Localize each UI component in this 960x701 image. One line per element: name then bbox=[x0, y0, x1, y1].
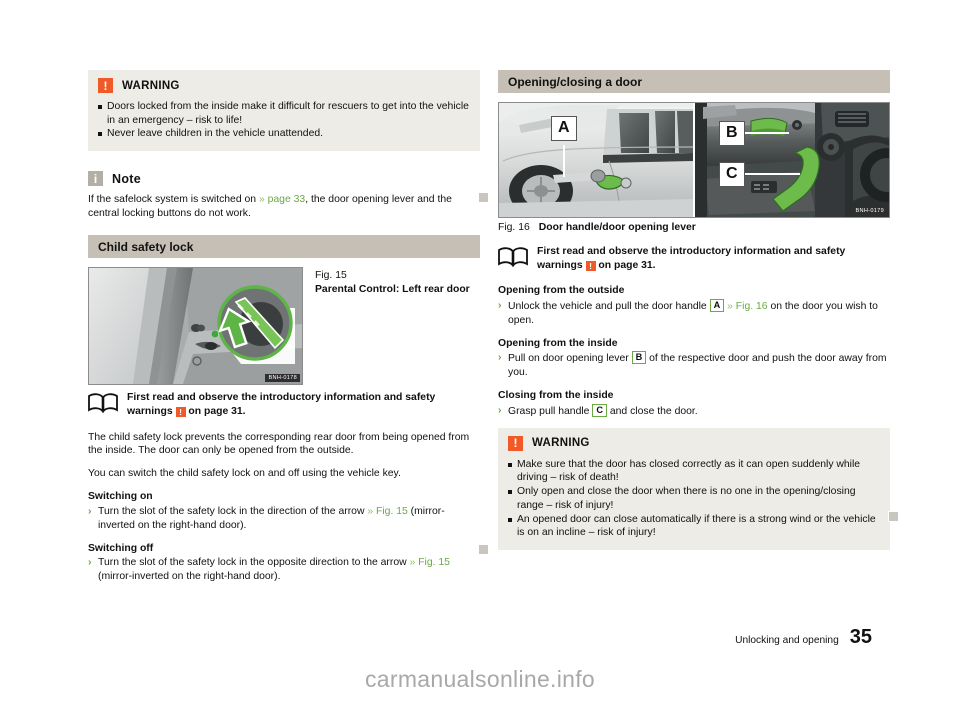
figure-16-image: A B C BNH-0179 bbox=[498, 102, 890, 218]
chevron-icon: › bbox=[88, 505, 92, 517]
step-text-before: Pull on door opening lever bbox=[508, 353, 632, 365]
warning-header: ! WARNING bbox=[508, 435, 880, 451]
subhead-switching-off: Switching off bbox=[88, 542, 154, 554]
chevron-icon: › bbox=[88, 557, 92, 569]
figure-reference-link[interactable]: Fig. 15 bbox=[415, 557, 450, 568]
step-closing-inside: › Grasp pull handle C and close the door. bbox=[498, 403, 890, 419]
figure-15-artwork bbox=[89, 268, 302, 385]
step-opening-inside: › Pull on door opening lever B of the res… bbox=[498, 351, 890, 380]
child-lock-paragraph: The child safety lock prevents the corre… bbox=[88, 431, 470, 457]
section-title-child-safety-lock: Child safety lock bbox=[88, 235, 480, 259]
read-first-text-after: on page 31. bbox=[185, 405, 246, 417]
warning-icon-inline: ! bbox=[585, 260, 596, 271]
step-text-before: Turn the slot of the safety lock in the … bbox=[98, 505, 368, 517]
step-text-before: Unlock the vehicle and pull the door han… bbox=[508, 300, 710, 312]
key-reference-a: A bbox=[709, 298, 725, 312]
step-switching-off: › Turn the slot of the safety lock in the… bbox=[88, 556, 480, 584]
section-title-opening-closing-a-door: Opening/closing a door bbox=[498, 70, 890, 93]
subhead-closing-inside: Closing from the inside bbox=[498, 390, 614, 402]
warning-bullet: Only open and close the door when there … bbox=[508, 485, 880, 512]
key-reference-b: B bbox=[631, 351, 647, 365]
figure-15-caption: Fig. 15 Parental Control: Left rear door bbox=[315, 267, 470, 385]
left-column: ! WARNING Doors locked from the inside m… bbox=[88, 70, 480, 593]
warning-bullets: Doors locked from the inside make it dif… bbox=[98, 100, 470, 141]
note-title: Note bbox=[112, 171, 141, 186]
figure-15-image: BNH-0178 bbox=[88, 267, 303, 386]
margin-marker bbox=[888, 511, 899, 522]
note-text: If the safelock system is switched on » … bbox=[88, 193, 480, 221]
step-text-after: (mirror-inverted on the right-hand door)… bbox=[98, 571, 281, 583]
page-number: 35 bbox=[849, 626, 872, 648]
subhead-opening-inside: Opening from the inside bbox=[498, 337, 618, 349]
warning-icon-inline: ! bbox=[175, 406, 186, 417]
page-footer: Unlocking and opening 35 bbox=[735, 626, 872, 649]
read-first-text-before: First read and observe the introductory … bbox=[537, 246, 846, 271]
read-first-text-after: on page 31. bbox=[595, 259, 656, 271]
warning-box-left: ! WARNING Doors locked from the inside m… bbox=[88, 70, 480, 152]
figure-16-callout-a: A bbox=[551, 116, 577, 141]
book-icon bbox=[88, 391, 118, 418]
info-icon: i bbox=[88, 171, 103, 187]
watermark: carmanualsonline.info bbox=[364, 666, 596, 692]
note-text-before: If the safelock system is switched on bbox=[88, 194, 259, 206]
figure-16-leader-c bbox=[745, 173, 800, 175]
chevron-icon: › bbox=[498, 404, 502, 416]
warning-icon: ! bbox=[98, 78, 113, 93]
step-text-before: Turn the slot of the safety lock in the … bbox=[98, 557, 410, 569]
figure-16-exterior: A bbox=[499, 103, 693, 217]
page-reference-link[interactable]: page 33 bbox=[265, 194, 306, 205]
figure-16-leader-b bbox=[745, 132, 789, 134]
figure-16-label: Fig. 16 bbox=[498, 222, 530, 233]
chevron-icon: › bbox=[498, 299, 502, 311]
warning-bullets: Make sure that the door has closed corre… bbox=[508, 458, 880, 540]
note-box: i Note If the safelock system is switche… bbox=[88, 165, 480, 221]
warning-header: ! WARNING bbox=[98, 78, 470, 93]
warning-icon: ! bbox=[508, 435, 523, 451]
read-first-left: First read and observe the introductory … bbox=[88, 391, 480, 418]
step-switching-on: › Turn the slot of the safety lock in the… bbox=[88, 505, 480, 533]
step-text-before: Grasp pull handle bbox=[508, 405, 593, 417]
child-lock-paragraph: You can switch the child safety lock on … bbox=[88, 468, 401, 480]
margin-marker bbox=[478, 544, 489, 555]
figure-16-caption: Fig. 16 Door handle/door opening lever bbox=[498, 222, 890, 233]
figure-15-row: BNH-0178 Fig. 15 Parental Control: Left … bbox=[88, 267, 480, 386]
note-header: i Note bbox=[88, 171, 480, 187]
figure-16-callout-b: B bbox=[719, 121, 745, 146]
margin-marker bbox=[478, 192, 489, 203]
warning-bullet: Never leave children in the vehicle unat… bbox=[98, 127, 470, 141]
read-first-text-before: First read and observe the introductory … bbox=[127, 392, 436, 417]
warning-bullet: Make sure that the door has closed corre… bbox=[508, 458, 880, 485]
figure-reference-link[interactable]: Fig. 16 bbox=[733, 301, 768, 312]
footer-section-name: Unlocking and opening bbox=[735, 635, 839, 646]
warning-title: WARNING bbox=[532, 437, 590, 450]
figure-16-title: Door handle/door opening lever bbox=[538, 222, 696, 233]
right-column: Opening/closing a door A B C BNH-0179 Fi… bbox=[498, 70, 890, 564]
figure-16-leader-a bbox=[563, 145, 565, 177]
warning-bullet: Doors locked from the inside make it dif… bbox=[98, 100, 470, 127]
warning-box-right: ! WARNING Make sure that the door has cl… bbox=[498, 427, 890, 551]
figure-16-exterior-artwork bbox=[499, 103, 693, 217]
read-first-text: First read and observe the introductory … bbox=[127, 391, 480, 418]
read-first-right: First read and observe the introductory … bbox=[498, 245, 890, 272]
figure-16-callout-c: C bbox=[719, 162, 745, 187]
step-opening-outside: › Unlock the vehicle and pull the door ha… bbox=[498, 298, 890, 328]
subhead-switching-on: Switching on bbox=[88, 491, 153, 503]
figure-15-title: Parental Control: Left rear door bbox=[315, 284, 470, 296]
figure-15-code: BNH-0178 bbox=[265, 374, 300, 383]
chevron-icon: › bbox=[498, 352, 502, 364]
figure-15-label: Fig. 15 bbox=[315, 270, 347, 282]
manual-page: ! WARNING Doors locked from the inside m… bbox=[0, 0, 960, 701]
subhead-opening-outside: Opening from the outside bbox=[498, 285, 625, 297]
figure-16-code: BNH-0179 bbox=[852, 207, 887, 215]
warning-title: WARNING bbox=[122, 79, 180, 92]
figure-reference-link[interactable]: Fig. 15 bbox=[373, 506, 408, 517]
book-icon bbox=[498, 245, 528, 272]
step-text-after: and close the door. bbox=[606, 405, 698, 417]
key-reference-c: C bbox=[592, 403, 607, 417]
read-first-text: First read and observe the introductory … bbox=[537, 245, 890, 272]
warning-bullet: An opened door can close automatically i… bbox=[508, 513, 880, 540]
figure-16-interior: B C BNH-0179 bbox=[693, 103, 889, 217]
